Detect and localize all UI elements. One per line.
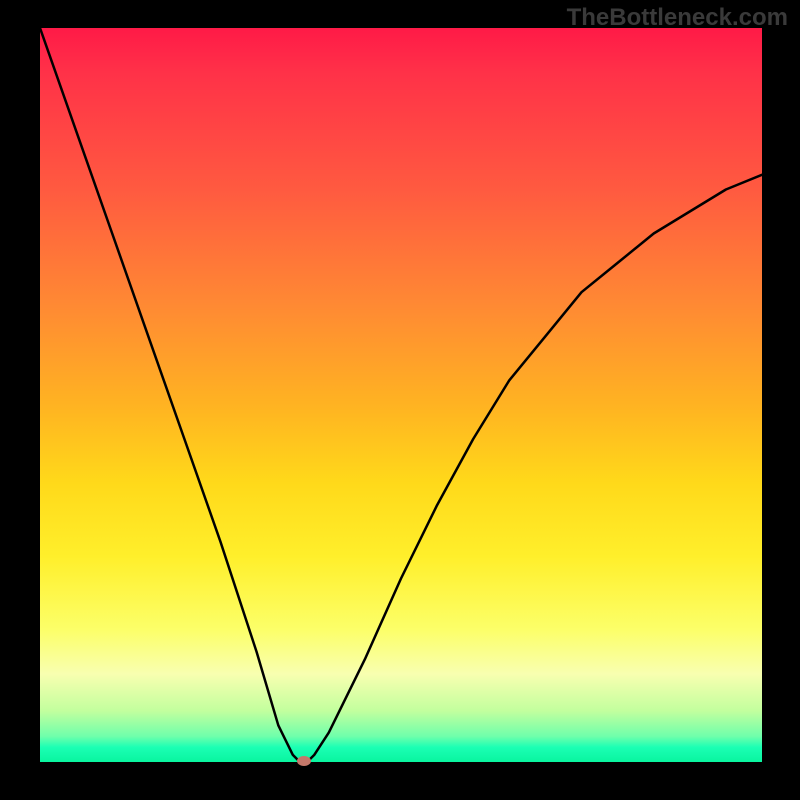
optimal-point-marker xyxy=(297,756,311,766)
watermark-text: TheBottleneck.com xyxy=(567,4,788,32)
bottleneck-curve xyxy=(40,28,762,762)
chart-frame: TheBottleneck.com xyxy=(0,0,800,800)
plot-area xyxy=(40,28,762,762)
